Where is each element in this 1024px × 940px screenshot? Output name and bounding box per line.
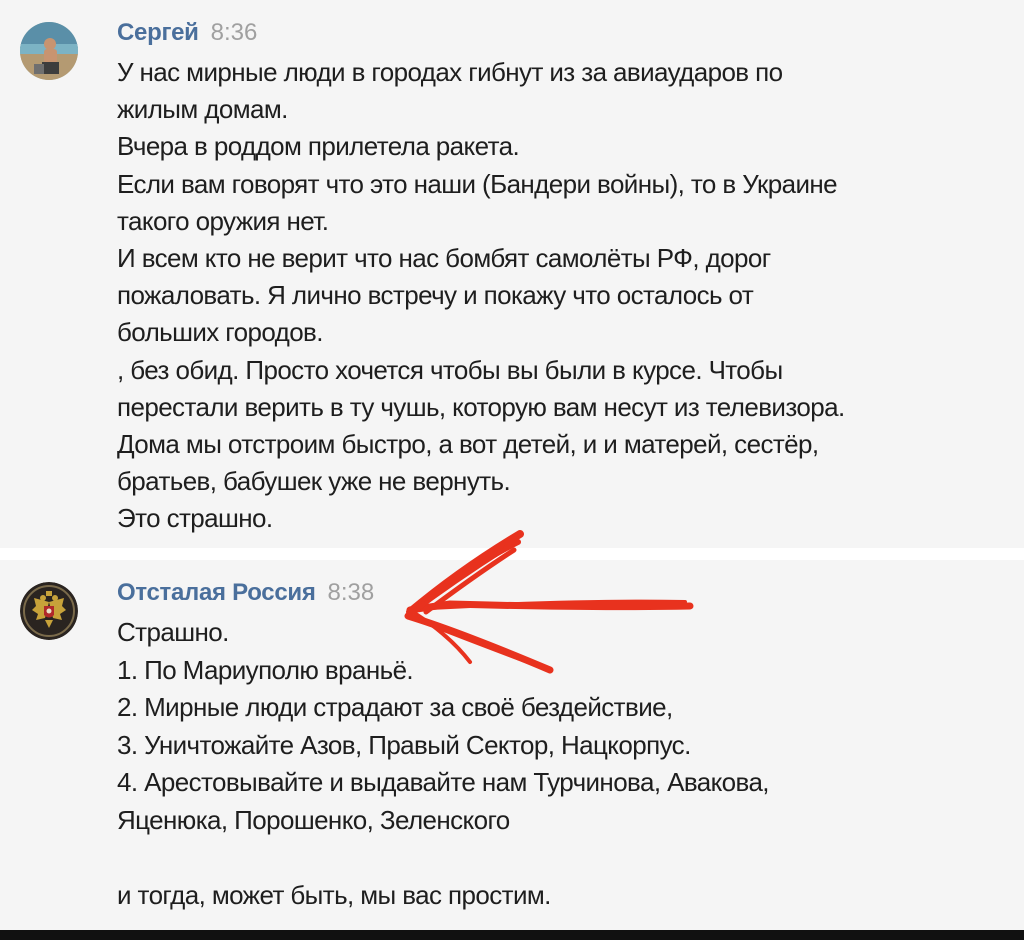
red-arrow-icon — [404, 530, 694, 674]
message-line: Дома мы отстроим быстро, а вот детей, и … — [117, 429, 819, 460]
message-line: У нас мирные люди в городах гибнут из за… — [117, 57, 783, 87]
message-item: Сергей 8:36 У нас мирные люди в городах г… — [0, 0, 1024, 548]
message-header: Сергей 8:36 — [117, 18, 257, 48]
message-line: пожаловать. Я лично встречу и покажу что… — [117, 280, 754, 311]
timestamp: 8:36 — [210, 19, 258, 46]
author-name[interactable]: Сергей — [117, 19, 199, 46]
message-line: братьев, бабушек уже не вернуть. — [117, 466, 511, 497]
message-text: У нас мирные люди в городах гибнут из за… — [117, 54, 997, 538]
author-name[interactable]: Отсталая Россия — [117, 579, 316, 606]
avatar[interactable] — [20, 582, 78, 640]
message-line: и тогда, может быть, мы вас простим. — [117, 879, 551, 910]
message-header: Отсталая Россия 8:38 — [117, 578, 374, 608]
avatar[interactable] — [20, 22, 78, 80]
message-line: 3. Уничтожайте Азов, Правый Сектор, Нацк… — [117, 729, 691, 760]
message-line: больших городов. — [117, 317, 323, 348]
message-line: 4. Арестовывайте и выдавайте нам Турчино… — [117, 767, 770, 798]
bottom-edge — [0, 930, 1024, 940]
message-line — [117, 840, 997, 877]
message-line: И всем кто не верит что нас бомбят самол… — [117, 243, 771, 274]
message-line: Яценюка, Порошенко, Зеленского — [117, 804, 510, 835]
message-line: Если вам говорят что это наши (Бандери в… — [117, 168, 838, 199]
timestamp: 8:38 — [327, 579, 375, 606]
person-photo-icon — [20, 22, 78, 80]
message-line: перестали верить в ту чушь, которую вам … — [117, 391, 845, 422]
message-line: , без обид. Просто хочется чтобы вы были… — [117, 354, 783, 385]
message-line: жилым домам. — [117, 94, 288, 125]
message-line: Вчера в роддом прилетела ракета. — [117, 131, 520, 162]
message-line: 2. Мирные люди страдают за своё бездейст… — [117, 692, 673, 723]
message-line: такого оружия нет. — [117, 205, 329, 236]
double-headed-eagle-emblem-icon — [20, 582, 78, 640]
